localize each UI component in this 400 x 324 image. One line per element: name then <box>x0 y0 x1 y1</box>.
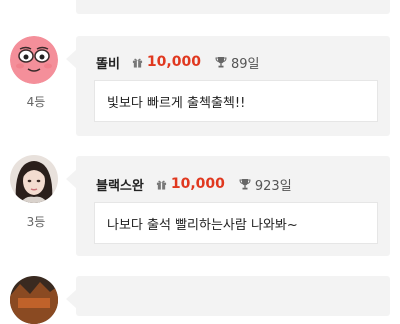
message-text: 빛보다 빠르게 출첵출첵!! <box>107 95 246 111</box>
attendance-card: 블랙스완 10,000 923일 나보다 출석 빨리하는사람 나와봐~ <box>66 156 390 256</box>
points-value: 10,000 <box>170 176 225 192</box>
entry-meta: 블랙스완 10,000 923일 <box>96 174 292 194</box>
attendance-days: 89일 <box>230 56 260 72</box>
gift-icon <box>132 58 143 68</box>
gift-icon <box>156 180 166 190</box>
avatar[interactable] <box>10 276 58 324</box>
avatar[interactable] <box>10 155 58 203</box>
message-text: 나보다 출석 빨리하는사람 나와봐~ <box>107 217 298 233</box>
rank-label: 3등 <box>26 215 46 229</box>
message-bubble: 빛보다 빠르게 출첵출첵!! <box>94 80 378 122</box>
attendance-card-previous <box>76 0 390 14</box>
rank-label: 4등 <box>26 95 46 109</box>
trophy-icon <box>239 178 251 189</box>
message-bubble: 나보다 출석 빨리하는사람 나와봐~ <box>94 202 378 244</box>
trophy-icon <box>215 56 227 67</box>
next-user-avatar-icon <box>10 276 58 324</box>
nickname[interactable]: 블랙스완 <box>96 175 144 194</box>
attendance-days: 923일 <box>254 178 292 194</box>
attendance-card-next <box>66 276 390 316</box>
woman-photo-avatar-icon <box>10 155 58 203</box>
attendance-card: 똘비 10,000 89일 빛보다 빠르게 출첵출첵!! <box>66 36 390 136</box>
points-value: 10,000 <box>146 54 201 70</box>
pink-face-avatar-icon <box>10 36 58 84</box>
nickname[interactable]: 똘비 <box>96 53 120 72</box>
entry-meta: 똘비 10,000 89일 <box>96 52 259 72</box>
avatar[interactable] <box>10 36 58 84</box>
